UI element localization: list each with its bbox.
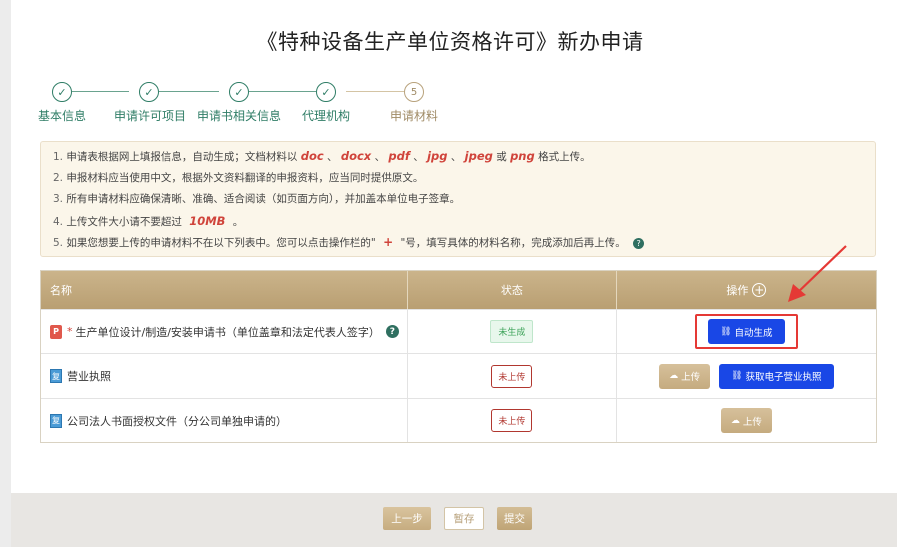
copy-file-icon: 复 <box>50 369 62 383</box>
table-header: 名称 状态 操作 + <box>41 271 876 309</box>
notice-line-1: 1. 申请表根据网上填报信息，自动生成；文档材料以 doc 、 docx 、 p… <box>53 149 591 163</box>
step-circle-5: 5 <box>404 82 424 102</box>
annotation-arrow <box>788 245 847 302</box>
row-action-cell: ⛓ 自动生成 <box>617 310 876 353</box>
copy-file-icon: 复 <box>50 413 62 428</box>
materials-table: 名称 状态 操作 + P * 生产单位设计/制造/安装申请书（单位盖章和法定代表… <box>40 270 877 443</box>
page-title: 《特种设备生产单位资格许可》新办申请 <box>256 30 644 54</box>
row-status-cell: 未上传 <box>408 399 617 442</box>
table-row: 复 营业执照 未上传 ☁ 上传 ⛓ 获取电子营业执照 <box>41 353 876 398</box>
plus-icon: + <box>383 235 394 249</box>
material-name: 生产单位设计/制造/安装申请书（单位盖章和法定代表人签字） <box>75 325 380 339</box>
step-connector <box>249 91 316 92</box>
step-label-application-info[interactable]: 申请书相关信息 <box>197 107 281 124</box>
highlight-box: ⛓ 自动生成 <box>695 314 798 349</box>
check-icon: ✓ <box>234 85 244 99</box>
help-icon[interactable]: ? <box>633 237 645 249</box>
status-badge: 未生成 <box>490 320 534 343</box>
step-circle-2[interactable]: ✓ <box>139 82 159 102</box>
step-number: 5 <box>410 86 418 98</box>
row-action-cell: ☁ 上传 ⛓ 获取电子营业执照 <box>617 354 876 398</box>
notice-line-2: 2. 申报材料应当使用中文，根据外文资料翻译的申报资料，应当同时提供原文。 <box>53 171 424 184</box>
step-circle-4[interactable]: ✓ <box>316 82 336 102</box>
row-name-cell: P * 生产单位设计/制造/安装申请书（单位盖章和法定代表人签字） ? <box>41 310 409 353</box>
notice-box: 1. 申请表根据网上填报信息，自动生成；文档材料以 doc 、 docx 、 p… <box>40 141 876 257</box>
material-name: 营业执照 <box>67 370 111 383</box>
link-icon: ⛓ <box>731 371 743 381</box>
step-label-agency[interactable]: 代理机构 <box>302 107 350 124</box>
notice-line-3: 3. 所有申请材料应确保清晰、准确、适合阅读（如页面方向），并加盖本单位电子签章… <box>53 193 461 205</box>
cloud-upload-icon: ☁ <box>669 371 679 381</box>
status-badge: 未上传 <box>491 409 533 432</box>
header-status: 状态 <box>408 271 617 309</box>
pdf-file-icon: P <box>50 324 62 339</box>
table-row: 复 公司法人书面授权文件（分公司单独申请的） 未上传 ☁ 上传 <box>41 398 876 442</box>
row-action-cell: ☁ 上传 <box>617 399 876 442</box>
auto-generate-button[interactable]: ⛓ 自动生成 <box>708 319 785 344</box>
add-material-icon[interactable]: + <box>752 283 767 297</box>
table-row: P * 生产单位设计/制造/安装申请书（单位盖章和法定代表人签字） ? 未生成 … <box>41 309 876 353</box>
progress-stepper: ✓ ✓ ✓ ✓ 5 基本信息 申请许可项目 申请书相关信息 代理机构 申请材料 <box>0 80 460 130</box>
get-e-license-button[interactable]: ⛓ 获取电子营业执照 <box>719 363 834 389</box>
notice-line-5: 5. 如果您想要上传的申请材料不在以下列表中。您可以点击操作栏的" + "号，填… <box>53 235 875 257</box>
upload-button[interactable]: ☁ 上传 <box>720 408 772 433</box>
material-name: 公司法人书面授权文件（分公司单独申请的） <box>67 414 287 428</box>
step-circle-1[interactable]: ✓ <box>52 82 72 102</box>
step-connector <box>346 91 404 92</box>
help-icon[interactable]: ? <box>385 325 399 338</box>
step-label-materials: 申请材料 <box>389 109 439 123</box>
link-icon: ⛓ <box>720 326 732 337</box>
step-circle-3[interactable]: ✓ <box>229 82 249 102</box>
row-name-cell: 复 营业执照 <box>41 354 409 398</box>
row-status-cell: 未生成 <box>408 310 617 353</box>
notice-line-4: 4. 上传文件大小请不要超过 10MB 。 <box>53 213 244 228</box>
step-connector <box>72 91 129 92</box>
save-draft-button[interactable]: 暂存 <box>444 507 484 530</box>
step-label-license-items[interactable]: 申请许可项目 <box>114 107 186 124</box>
prev-step-button[interactable]: 上一步 <box>383 507 431 530</box>
check-icon: ✓ <box>321 85 331 99</box>
upload-button[interactable]: ☁ 上传 <box>659 363 711 389</box>
header-name: 名称 <box>41 271 409 309</box>
step-label-basic-info[interactable]: 基本信息 <box>38 107 86 124</box>
cloud-upload-icon: ☁ <box>730 415 740 426</box>
row-name-cell: 复 公司法人书面授权文件（分公司单独申请的） <box>41 399 409 442</box>
row-status-cell: 未上传 <box>408 354 617 398</box>
check-icon: ✓ <box>57 85 67 99</box>
submit-button[interactable]: 提交 <box>497 507 532 530</box>
step-connector <box>159 91 219 92</box>
required-mark: * <box>67 325 73 338</box>
status-badge: 未上传 <box>491 364 533 388</box>
check-icon: ✓ <box>144 85 154 99</box>
